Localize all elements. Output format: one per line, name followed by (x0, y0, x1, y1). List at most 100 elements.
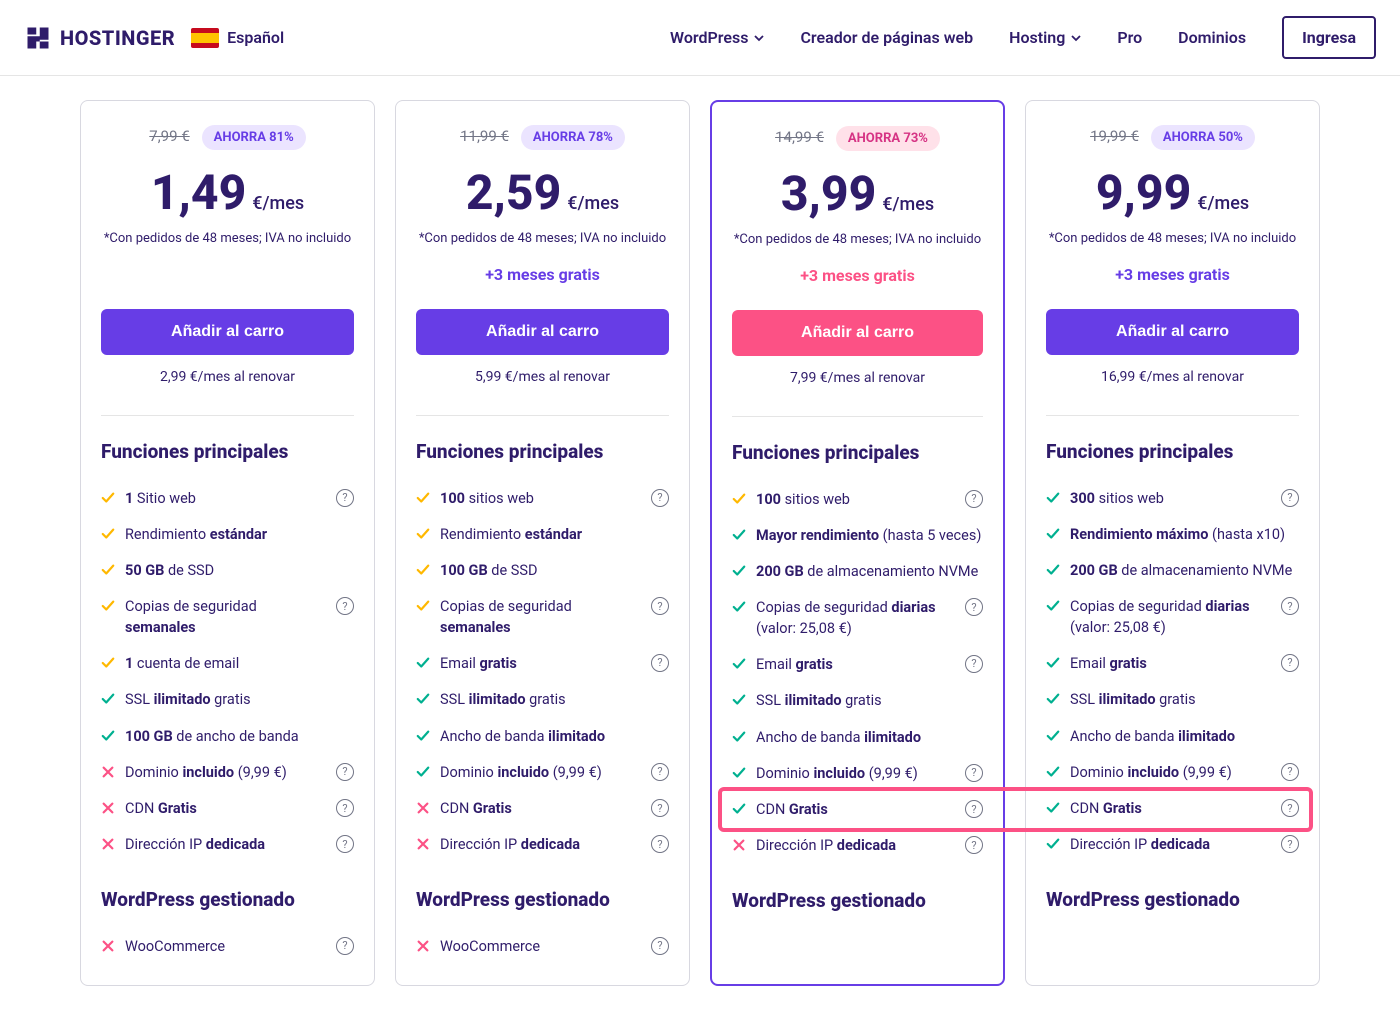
feature-text: Dirección IP dedicada (756, 836, 955, 856)
cross-icon (101, 835, 115, 851)
feature-item: 100 sitios web ? (416, 481, 669, 517)
pricing-plan: 14,99 € AHORRA 73% 3,99 €/mes *Con pedid… (710, 100, 1005, 986)
feature-item: CDN Gratis ? (732, 792, 983, 828)
cross-icon (416, 835, 430, 851)
feature-text: 100 sitios web (440, 489, 641, 509)
nav-website-builder[interactable]: Creador de páginas web (800, 28, 973, 47)
feature-item: Rendimiento estándar (416, 517, 669, 553)
feature-text: 100 GB de SSD (440, 561, 669, 581)
brand-logo[interactable]: HOSTINGER (24, 24, 175, 52)
help-icon[interactable]: ? (651, 835, 669, 853)
help-icon[interactable]: ? (336, 835, 354, 853)
nav-pro[interactable]: Pro (1117, 28, 1142, 47)
cross-icon (416, 799, 430, 815)
feature-item: 300 sitios web ? (1046, 481, 1299, 517)
save-badge: AHORRA 81% (202, 125, 306, 150)
help-icon[interactable]: ? (965, 764, 983, 782)
help-icon[interactable]: ? (965, 655, 983, 673)
help-icon[interactable]: ? (336, 597, 354, 615)
check-icon (416, 489, 430, 505)
feature-item: Dominio incluido (9,99 €) ? (416, 755, 669, 791)
feature-text: 50 GB de SSD (125, 561, 354, 581)
cross-icon (732, 836, 746, 852)
features-title: Funciones principales (416, 440, 669, 463)
nav-hosting[interactable]: Hosting (1009, 28, 1081, 47)
help-icon[interactable]: ? (651, 597, 669, 615)
feature-item: SSL ilimitado gratis (416, 682, 669, 718)
renewal-price: 7,99 €/mes al renovar (732, 370, 983, 386)
features-list: 300 sitios web ? Rendimiento máximo (has… (1046, 481, 1299, 864)
help-icon[interactable]: ? (651, 799, 669, 817)
help-icon[interactable]: ? (965, 836, 983, 854)
old-price: 19,99 € (1090, 127, 1139, 145)
price-header: 14,99 € AHORRA 73% (732, 126, 983, 151)
wp-features-list: WooCommerce ? (416, 929, 669, 965)
feature-item: Rendimiento estándar (101, 517, 354, 553)
help-icon[interactable]: ? (1281, 597, 1299, 615)
add-to-cart-button[interactable]: Añadir al carro (101, 309, 354, 355)
add-to-cart-button[interactable]: Añadir al carro (1046, 309, 1299, 355)
price-disclaimer: *Con pedidos de 48 meses; IVA no incluid… (1046, 229, 1299, 249)
help-icon[interactable]: ? (965, 598, 983, 616)
check-icon (101, 727, 115, 743)
nav-domains[interactable]: Dominios (1178, 28, 1246, 47)
divider (1046, 415, 1299, 416)
feature-text: WooCommerce (440, 937, 641, 957)
add-to-cart-button[interactable]: Añadir al carro (732, 310, 983, 356)
help-icon[interactable]: ? (336, 763, 354, 781)
language-selector[interactable]: Español (191, 28, 284, 48)
price-amount: 2,59 (466, 164, 561, 221)
feature-item: Email gratis ? (416, 646, 669, 682)
price-disclaimer: *Con pedidos de 48 meses; IVA no incluid… (732, 230, 983, 250)
feature-text: Dominio incluido (9,99 €) (440, 763, 641, 783)
check-icon (416, 654, 430, 670)
feature-item: 50 GB de SSD (101, 553, 354, 589)
price-header: 7,99 € AHORRA 81% (101, 125, 354, 150)
help-icon[interactable]: ? (965, 800, 983, 818)
feature-item: 200 GB de almacenamiento NVMe (732, 554, 983, 590)
language-label: Español (227, 28, 284, 47)
feature-item: Copias de seguridad diarias (valor: 25,0… (1046, 589, 1299, 646)
help-icon[interactable]: ? (651, 654, 669, 672)
help-icon[interactable]: ? (651, 937, 669, 955)
check-icon (732, 800, 746, 816)
wp-section-title: WordPress gestionado (101, 888, 354, 911)
divider (101, 415, 354, 416)
feature-text: CDN Gratis (125, 799, 326, 819)
wp-section-title: WordPress gestionado (1046, 888, 1299, 911)
check-icon (1046, 597, 1060, 613)
feature-text: Email gratis (756, 655, 955, 675)
feature-item: CDN Gratis ? (1046, 791, 1299, 827)
feature-item: Mayor rendimiento (hasta 5 veces) (732, 518, 983, 554)
check-icon (732, 764, 746, 780)
nav-wordpress[interactable]: WordPress (670, 28, 764, 47)
help-icon[interactable]: ? (336, 799, 354, 817)
features-title: Funciones principales (732, 441, 983, 464)
check-icon (101, 489, 115, 505)
check-icon (1046, 489, 1060, 505)
feature-item: Dirección IP dedicada ? (416, 827, 669, 863)
help-icon[interactable]: ? (651, 763, 669, 781)
price-period: €/mes (1197, 193, 1249, 214)
feature-text: Ancho de banda ilimitado (440, 727, 669, 747)
feature-text: Dirección IP dedicada (440, 835, 641, 855)
help-icon[interactable]: ? (1281, 489, 1299, 507)
cross-icon (101, 937, 115, 953)
login-button[interactable]: Ingresa (1282, 16, 1376, 59)
feature-item: Copias de seguridad semanales ? (101, 589, 354, 646)
feature-item: Ancho de banda ilimitado (416, 719, 669, 755)
feature-text: CDN Gratis (756, 800, 955, 820)
feature-item: Dominio incluido (9,99 €) ? (732, 756, 983, 792)
feature-item: 100 GB de SSD (416, 553, 669, 589)
help-icon[interactable]: ? (1281, 763, 1299, 781)
help-icon[interactable]: ? (1281, 799, 1299, 817)
help-icon[interactable]: ? (651, 489, 669, 507)
help-icon[interactable]: ? (336, 489, 354, 507)
help-icon[interactable]: ? (1281, 654, 1299, 672)
feature-text: SSL ilimitado gratis (756, 691, 983, 711)
help-icon[interactable]: ? (1281, 835, 1299, 853)
add-to-cart-button[interactable]: Añadir al carro (416, 309, 669, 355)
help-icon[interactable]: ? (336, 937, 354, 955)
help-icon[interactable]: ? (965, 490, 983, 508)
cross-icon (416, 937, 430, 953)
